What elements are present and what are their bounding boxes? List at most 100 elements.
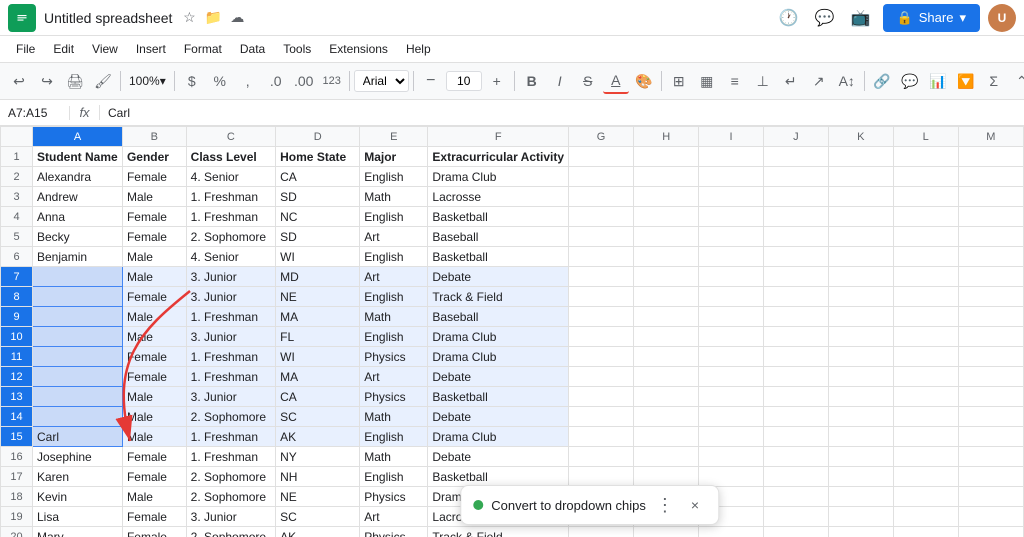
- text-rotate-button[interactable]: A↕: [834, 68, 860, 94]
- empty-cell[interactable]: [893, 187, 958, 207]
- table-cell[interactable]: [33, 387, 123, 407]
- table-cell[interactable]: Carl: [33, 427, 123, 447]
- table-cell[interactable]: Male: [122, 387, 186, 407]
- table-cell[interactable]: Male: [122, 267, 186, 287]
- empty-cell[interactable]: [893, 167, 958, 187]
- empty-cell[interactable]: [828, 187, 893, 207]
- table-cell[interactable]: English: [360, 467, 428, 487]
- empty-cell[interactable]: [893, 147, 958, 167]
- table-cell[interactable]: Lisa: [33, 507, 123, 527]
- table-cell[interactable]: [33, 347, 123, 367]
- empty-cell[interactable]: [958, 207, 1023, 227]
- empty-cell[interactable]: [958, 187, 1023, 207]
- table-cell[interactable]: English: [360, 247, 428, 267]
- chart-button[interactable]: 📊: [925, 68, 951, 94]
- table-cell[interactable]: [33, 267, 123, 287]
- table-cell[interactable]: Physics: [360, 527, 428, 537]
- table-cell[interactable]: Female: [122, 287, 186, 307]
- menu-file[interactable]: File: [8, 40, 43, 58]
- menu-edit[interactable]: Edit: [45, 40, 82, 58]
- table-row[interactable]: 11Female1. FreshmanWIPhysicsDrama Club: [1, 347, 1024, 367]
- table-cell[interactable]: NH: [276, 467, 360, 487]
- empty-cell[interactable]: [958, 427, 1023, 447]
- empty-cell[interactable]: [763, 387, 828, 407]
- empty-cell[interactable]: [634, 367, 699, 387]
- empty-cell[interactable]: [958, 507, 1023, 527]
- col-header-g[interactable]: G: [569, 127, 634, 147]
- table-cell[interactable]: 1. Freshman: [186, 207, 275, 227]
- table-cell[interactable]: NY: [276, 447, 360, 467]
- empty-cell[interactable]: [699, 527, 764, 537]
- table-cell[interactable]: Debate: [428, 407, 569, 427]
- empty-cell[interactable]: [958, 167, 1023, 187]
- formula-button[interactable]: Σ: [981, 68, 1007, 94]
- toast-menu-button[interactable]: ⋮: [654, 494, 676, 516]
- empty-cell[interactable]: [958, 447, 1023, 467]
- empty-cell[interactable]: [828, 507, 893, 527]
- table-cell[interactable]: English: [360, 287, 428, 307]
- table-cell[interactable]: 1. Freshman: [186, 187, 275, 207]
- table-cell[interactable]: 2. Sophomore: [186, 407, 275, 427]
- empty-cell[interactable]: [828, 207, 893, 227]
- empty-cell[interactable]: [634, 267, 699, 287]
- empty-cell[interactable]: [699, 267, 764, 287]
- table-cell[interactable]: AK: [276, 527, 360, 537]
- table-cell[interactable]: 1. Freshman: [186, 307, 275, 327]
- avatar[interactable]: U: [988, 4, 1016, 32]
- table-cell[interactable]: AK: [276, 427, 360, 447]
- empty-cell[interactable]: [828, 167, 893, 187]
- empty-cell[interactable]: [634, 207, 699, 227]
- table-cell[interactable]: CA: [276, 387, 360, 407]
- table-cell[interactable]: Major: [360, 147, 428, 167]
- empty-cell[interactable]: [634, 387, 699, 407]
- empty-cell[interactable]: [699, 307, 764, 327]
- empty-cell[interactable]: [763, 147, 828, 167]
- table-cell[interactable]: [33, 287, 123, 307]
- empty-cell[interactable]: [958, 307, 1023, 327]
- table-cell[interactable]: NE: [276, 287, 360, 307]
- empty-cell[interactable]: [699, 447, 764, 467]
- empty-cell[interactable]: [569, 447, 634, 467]
- paint-format-button[interactable]: 🖌: [90, 68, 116, 94]
- table-cell[interactable]: [33, 307, 123, 327]
- empty-cell[interactable]: [893, 467, 958, 487]
- table-cell[interactable]: 3. Junior: [186, 267, 275, 287]
- table-cell[interactable]: English: [360, 207, 428, 227]
- col-header-c[interactable]: C: [186, 127, 275, 147]
- decimal-dec-button[interactable]: .0: [263, 68, 289, 94]
- table-cell[interactable]: FL: [276, 327, 360, 347]
- table-cell[interactable]: 1. Freshman: [186, 367, 275, 387]
- table-row[interactable]: 13Male3. JuniorCAPhysicsBasketball: [1, 387, 1024, 407]
- table-cell[interactable]: English: [360, 427, 428, 447]
- empty-cell[interactable]: [699, 427, 764, 447]
- comment-add-button[interactable]: 💬: [897, 68, 923, 94]
- empty-cell[interactable]: [893, 247, 958, 267]
- table-cell[interactable]: Debate: [428, 447, 569, 467]
- empty-cell[interactable]: [828, 447, 893, 467]
- table-cell[interactable]: 1. Freshman: [186, 347, 275, 367]
- empty-cell[interactable]: [569, 267, 634, 287]
- empty-cell[interactable]: [893, 447, 958, 467]
- empty-cell[interactable]: [958, 147, 1023, 167]
- empty-cell[interactable]: [569, 327, 634, 347]
- table-cell[interactable]: 1. Freshman: [186, 427, 275, 447]
- empty-cell[interactable]: [763, 307, 828, 327]
- table-cell[interactable]: Josephine: [33, 447, 123, 467]
- print-button[interactable]: 🖨: [62, 68, 88, 94]
- empty-cell[interactable]: [958, 347, 1023, 367]
- table-cell[interactable]: 4. Senior: [186, 247, 275, 267]
- empty-cell[interactable]: [569, 387, 634, 407]
- table-row[interactable]: 20MaryFemale2. SophomoreAKPhysicsTrack &…: [1, 527, 1024, 537]
- table-cell[interactable]: Drama Club: [428, 347, 569, 367]
- col-header-f[interactable]: F: [428, 127, 569, 147]
- empty-cell[interactable]: [893, 407, 958, 427]
- table-row[interactable]: 7Male3. JuniorMDArtDebate: [1, 267, 1024, 287]
- empty-cell[interactable]: [893, 327, 958, 347]
- empty-cell[interactable]: [893, 287, 958, 307]
- table-cell[interactable]: Alexandra: [33, 167, 123, 187]
- table-cell[interactable]: WI: [276, 247, 360, 267]
- table-cell[interactable]: Female: [122, 527, 186, 537]
- empty-cell[interactable]: [569, 407, 634, 427]
- empty-cell[interactable]: [958, 527, 1023, 537]
- toast-close-button[interactable]: ×: [684, 494, 706, 516]
